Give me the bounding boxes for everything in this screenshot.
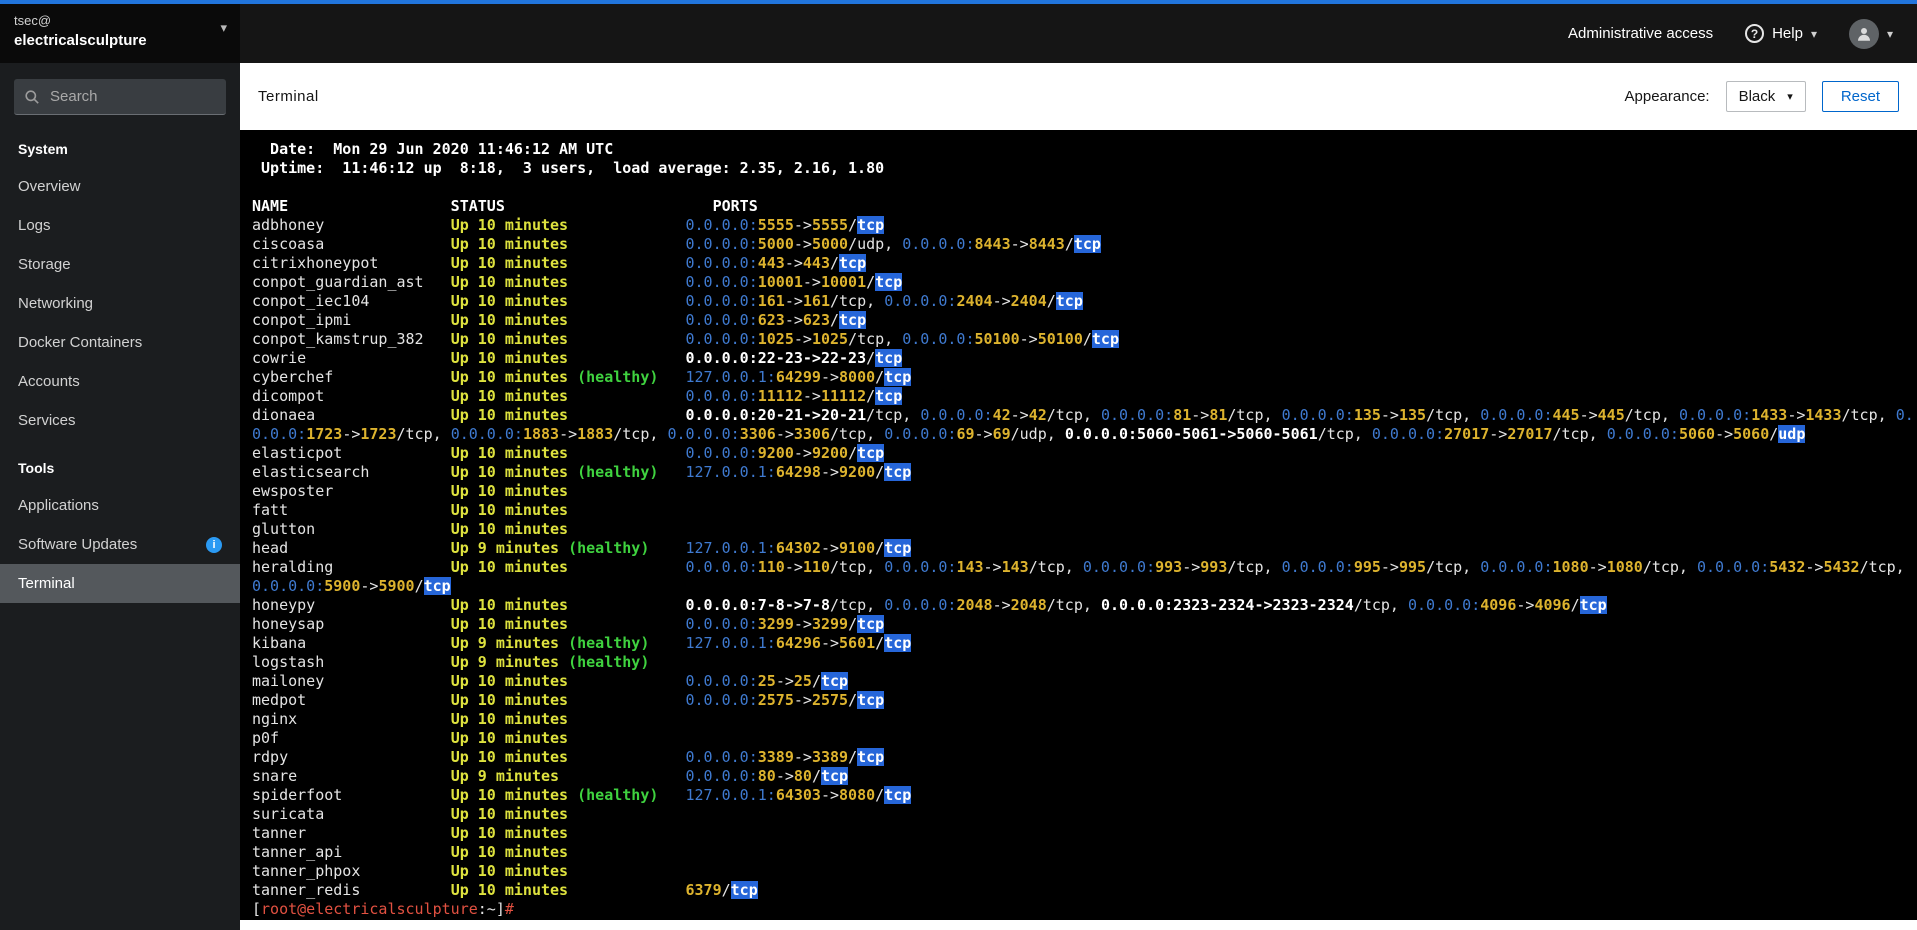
terminal-line: glutton Up 10 minutes (252, 520, 569, 538)
masthead: tsec@ electricalsculpture ▾ Administrati… (0, 0, 1917, 63)
terminal-line: p0f Up 10 minutes (252, 729, 569, 747)
sidebar: System Overview Logs Storage Networking Docke… (0, 63, 240, 930)
terminal-line: [root@electricalsculpture:~]# (252, 900, 514, 918)
sidebar-item-label: Overview (18, 178, 81, 195)
terminal-line: kibana Up 9 minutes (healthy) 127.0.0.1:… (252, 634, 912, 652)
terminal-line: tanner Up 10 minutes (252, 824, 569, 842)
sidebar-item-label: Software Updates (18, 536, 138, 553)
terminal-line: 0.0.0:1723->1723/tcp, 0.0.0.0:1883->1883… (252, 425, 1806, 443)
terminal-controls: Appearance: Black ▾ Reset (1625, 81, 1899, 112)
terminal-line: spiderfoot Up 10 minutes (healthy) 127.0… (252, 786, 912, 804)
terminal-line: conpot_guardian_ast Up 10 minutes 0.0.0.… (252, 273, 903, 291)
terminal-line: tanner_redis Up 10 minutes 6379/tcp (252, 881, 758, 899)
admin-access-label[interactable]: Administrative access (1568, 25, 1713, 42)
terminal-line: honeysap Up 10 minutes 0.0.0.0:3299->329… (252, 615, 885, 633)
user-menu[interactable]: ▾ (1848, 18, 1893, 49)
sidebar-item-services[interactable]: Services (0, 401, 240, 440)
sidebar-section-title: System (18, 141, 68, 157)
terminal-line: adbhoney Up 10 minutes 0.0.0.0:5555->555… (252, 216, 885, 234)
sidebar-item-terminal[interactable]: Terminal (0, 564, 240, 603)
appearance-value: Black (1738, 88, 1776, 105)
terminal-line: conpot_ipmi Up 10 minutes 0.0.0.0:623->6… (252, 311, 867, 329)
chevron-down-icon: ▾ (1810, 26, 1817, 41)
search-box[interactable] (14, 79, 226, 115)
terminal-line: citrixhoneypot Up 10 minutes 0.0.0.0:443… (252, 254, 867, 272)
terminal-line: NAME STATUS PORTS (252, 197, 758, 215)
appearance-label: Appearance: (1624, 88, 1710, 105)
help-label: Help (1772, 25, 1803, 42)
chevron-down-icon: ▾ (1886, 26, 1893, 41)
content-header: Terminal Appearance: Black ▾ Reset (240, 63, 1917, 130)
terminal-line: honeypy Up 10 minutes 0.0.0.0:7-8->7-8/t… (252, 596, 1607, 614)
sidebar-item-networking[interactable]: Networking (0, 284, 240, 323)
terminal-line: tanner_api Up 10 minutes (252, 843, 569, 861)
reset-button[interactable]: Reset (1821, 81, 1899, 112)
help-icon: ? (1745, 24, 1765, 43)
sidebar-item-label: Terminal (18, 575, 75, 592)
sidebar-section-tools: Tools Applications Software Updates i Termin… (0, 440, 240, 603)
terminal-line: snare Up 9 minutes 0.0.0.0:80->80/tcp (252, 767, 849, 785)
sidebar-item-overview[interactable]: Overview (0, 167, 240, 206)
terminal-line: elasticpot Up 10 minutes 0.0.0.0:9200->9… (252, 444, 885, 462)
masthead-actions: Administrative access ? Help ▾ ▾ (1568, 4, 1917, 63)
terminal-line: mailoney Up 10 minutes 0.0.0.0:25->25/tc… (252, 672, 849, 690)
host-user: tsec@ (14, 13, 52, 28)
sidebar-section-system: System Overview Logs Storage Networking Docke… (0, 121, 240, 440)
chevron-down-icon: ▾ (1787, 91, 1793, 103)
terminal-line: conpot_kamstrup_382 Up 10 minutes 0.0.0.… (252, 330, 1119, 348)
sidebar-item-label: Accounts (18, 373, 80, 390)
host-switcher[interactable]: tsec@ electricalsculpture ▾ (0, 4, 240, 63)
sidebar-item-accounts[interactable]: Accounts (0, 362, 240, 401)
help-menu[interactable]: ? Help ▾ (1745, 24, 1817, 43)
sidebar-item-storage[interactable]: Storage (0, 245, 240, 284)
page-title: Terminal (258, 88, 319, 105)
terminal-line: Uptime: 11:46:12 up 8:18, 3 users, load … (252, 159, 885, 177)
terminal-line: conpot_iec104 Up 10 minutes 0.0.0.0:161-… (252, 292, 1083, 310)
terminal-line: ewsposter Up 10 minutes (252, 482, 569, 500)
terminal-line: heralding Up 10 minutes 0.0.0.0:110->110… (252, 558, 1905, 576)
sidebar-item-label: Services (18, 412, 76, 429)
sidebar-section-title: Tools (18, 460, 55, 476)
info-icon: i (206, 536, 222, 553)
terminal-line: fatt Up 10 minutes (252, 501, 569, 519)
sidebar-item-software-updates[interactable]: Software Updates i (0, 525, 240, 564)
terminal-line: Date: Mon 29 Jun 2020 11:46:12 AM UTC (252, 140, 614, 158)
terminal-line: 0.0.0.0:5900->5900/tcp (252, 577, 451, 595)
sidebar-item-logs[interactable]: Logs (0, 206, 240, 245)
sidebar-item-label: Docker Containers (18, 334, 143, 351)
host-name: electricalsculpture (14, 31, 147, 49)
search-icon (24, 89, 40, 105)
sidebar-item-applications[interactable]: Applications (0, 486, 240, 525)
terminal-line: nginx Up 10 minutes (252, 710, 569, 728)
terminal-line: cyberchef Up 10 minutes (healthy) 127.0.… (252, 368, 912, 386)
avatar (1848, 18, 1879, 49)
sidebar-item-label: Storage (18, 256, 71, 273)
terminal-line: head Up 9 minutes (healthy) 127.0.0.1:64… (252, 539, 912, 557)
terminal-line: elasticsearch Up 10 minutes (healthy) 12… (252, 463, 912, 481)
sidebar-item-label: Networking (18, 295, 94, 312)
terminal[interactable]: Date: Mon 29 Jun 2020 11:46:12 AM UTC Up… (240, 130, 1917, 920)
terminal-line: ciscoasa Up 10 minutes 0.0.0.0:5000->500… (252, 235, 1101, 253)
terminal-screen: Date: Mon 29 Jun 2020 11:46:12 AM UTC Up… (252, 140, 1914, 919)
appearance-select[interactable]: Black ▾ (1725, 81, 1806, 112)
terminal-line: suricata Up 10 minutes (252, 805, 569, 823)
chevron-down-icon: ▾ (220, 20, 227, 35)
terminal-line: dicompot Up 10 minutes 0.0.0.0:11112->11… (252, 387, 903, 405)
terminal-line: dionaea Up 10 minutes 0.0.0.0:20-21->20-… (252, 406, 1914, 424)
terminal-line: cowrie Up 10 minutes 0.0.0.0:22-23->22-2… (252, 349, 903, 367)
sidebar-item-docker-containers[interactable]: Docker Containers (0, 323, 240, 362)
search-input[interactable] (48, 87, 216, 106)
terminal-line: medpot Up 10 minutes 0.0.0.0:2575->2575/… (252, 691, 885, 709)
terminal-line: logstash Up 9 minutes (healthy) (252, 653, 650, 671)
sidebar-nav: System Overview Logs Storage Networking Docke… (0, 121, 240, 603)
terminal-line: tanner_phpox Up 10 minutes (252, 862, 569, 880)
sidebar-item-label: Logs (18, 217, 51, 234)
terminal-line: rdpy Up 10 minutes 0.0.0.0:3389->3389/tc… (252, 748, 885, 766)
sidebar-item-label: Applications (18, 497, 99, 514)
